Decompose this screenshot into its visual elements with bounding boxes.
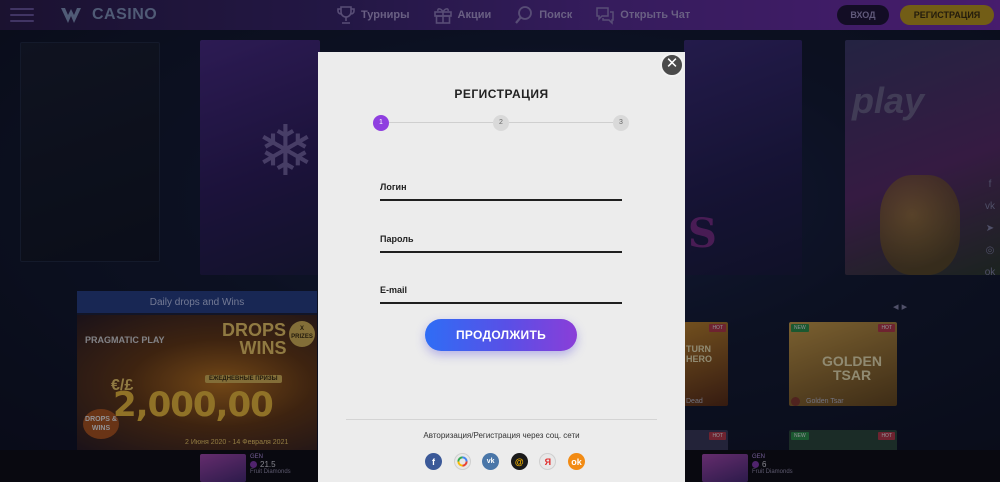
odnoklassniki-icon[interactable]: ok	[567, 453, 585, 470]
yandex-icon[interactable]: Я	[539, 453, 557, 470]
vk-icon[interactable]: vk	[482, 453, 500, 470]
continue-button[interactable]: ПРОДОЛЖИТЬ	[425, 319, 577, 351]
step-1: 1	[373, 115, 389, 131]
mail-ru-icon[interactable]: @	[510, 453, 528, 470]
social-login-row: f vk @ Я ok	[425, 453, 585, 471]
email-input[interactable]	[380, 302, 622, 304]
password-label: Пароль	[380, 234, 414, 244]
modal-title: РЕГИСТРАЦИЯ	[454, 87, 549, 101]
google-icon[interactable]	[453, 453, 471, 470]
facebook-icon[interactable]: f	[425, 453, 442, 470]
email-label: E-mail	[380, 285, 408, 295]
registration-modal: РЕГИСТРАЦИЯ 1 2 3 Логин Пароль E-mail ПР…	[318, 52, 685, 482]
step-connector	[509, 122, 613, 123]
social-login-text: Авторизация/Регистрация через соц. сети	[423, 431, 580, 440]
step-3: 3	[613, 115, 629, 131]
login-label: Логин	[380, 182, 407, 192]
email-field[interactable]: E-mail	[380, 285, 622, 304]
password-field[interactable]: Пароль	[380, 234, 622, 253]
password-input[interactable]	[380, 251, 622, 253]
registration-stepper: 1 2 3	[373, 115, 630, 131]
login-field[interactable]: Логин	[380, 182, 622, 201]
login-input[interactable]	[380, 199, 622, 201]
step-2: 2	[493, 115, 509, 131]
close-icon[interactable]: ✕	[660, 53, 684, 77]
divider	[346, 419, 657, 420]
step-connector	[389, 122, 493, 123]
